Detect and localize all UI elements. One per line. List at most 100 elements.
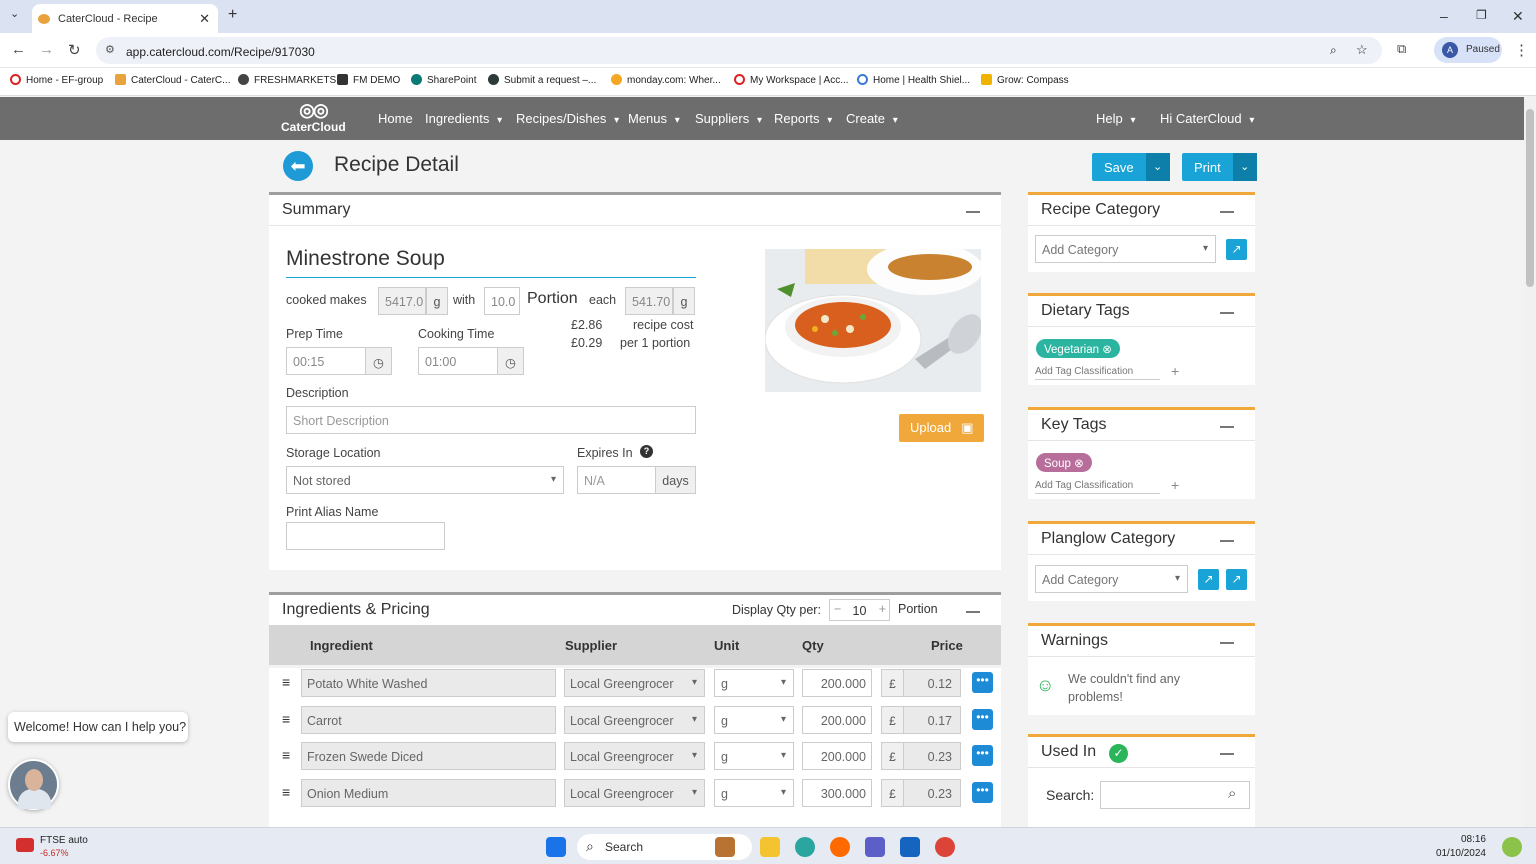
bookmark-catercloud[interactable]: CaterCloud - CaterC...	[115, 74, 230, 86]
add-tag-input[interactable]: Add Tag Classification	[1035, 366, 1160, 380]
collapse-used-in-icon[interactable]	[1220, 753, 1234, 755]
minimize-icon[interactable]: –	[1440, 8, 1448, 24]
nav-suppliers[interactable]: Suppliers	[695, 111, 762, 126]
soup-tag[interactable]: Soup ⊗	[1036, 453, 1092, 472]
site-info-icon[interactable]: ⚙	[105, 43, 115, 56]
row-options-icon[interactable]: •••	[972, 782, 993, 803]
edge-icon[interactable]	[795, 837, 815, 857]
file-explorer-icon[interactable]	[760, 837, 780, 857]
cooking-time-input[interactable]: 01:00	[418, 347, 498, 375]
bookmark-grow-compass[interactable]: Grow: Compass	[981, 74, 1069, 86]
bookmark-submit-request[interactable]: Submit a request –...	[488, 74, 596, 86]
nav-create[interactable]: Create	[846, 111, 898, 126]
cooked-makes-input[interactable]: 5417.0	[378, 287, 426, 315]
help-icon[interactable]: ?	[640, 445, 653, 458]
close-window-icon[interactable]: ✕	[1512, 8, 1524, 25]
portions-input[interactable]: 10.0	[484, 287, 520, 315]
recipe-category-select[interactable]: Add Category	[1035, 235, 1216, 263]
widgets-icon[interactable]	[715, 837, 735, 857]
collapse-key-tags-icon[interactable]	[1220, 426, 1234, 428]
increment-icon[interactable]: +	[879, 602, 886, 616]
qty-input[interactable]: 200.000	[802, 706, 872, 734]
row-options-icon[interactable]: •••	[972, 745, 993, 766]
row-options-icon[interactable]: •••	[972, 709, 993, 730]
print-button[interactable]: Print	[1182, 160, 1233, 175]
extensions-icon[interactable]: ⧉	[1397, 41, 1406, 57]
save-button[interactable]: Save	[1092, 160, 1146, 175]
display-qty-stepper[interactable]: − 10 +	[829, 599, 890, 621]
storage-location-select[interactable]: Not stored	[286, 466, 564, 494]
decrement-icon[interactable]: −	[834, 602, 841, 616]
catercloud-logo[interactable]: ◎◎ CaterCloud	[281, 100, 346, 134]
collapse-recipe-category-icon[interactable]	[1220, 211, 1234, 213]
page-scrollbar[interactable]	[1524, 97, 1536, 827]
supplier-select[interactable]: Local Greengrocer	[564, 779, 705, 807]
expires-in-input[interactable]: N/A	[577, 466, 656, 494]
remove-tag-icon[interactable]: ⊗	[1102, 344, 1112, 356]
teams-icon[interactable]	[865, 837, 885, 857]
unit-select[interactable]: g	[714, 706, 794, 734]
supplier-select[interactable]: Local Greengrocer	[564, 742, 705, 770]
qty-input[interactable]: 200.000	[802, 669, 872, 697]
add-tag-plus-icon[interactable]: +	[1171, 363, 1179, 379]
bookmark-fm-demo[interactable]: FM DEMO	[337, 74, 400, 86]
ingredient-name[interactable]: Onion Medium	[301, 779, 556, 807]
ingredient-name[interactable]: Frozen Swede Diced	[301, 742, 556, 770]
forward-icon[interactable]: →	[39, 41, 54, 58]
bookmark-health-shield[interactable]: Home | Health Shiel...	[857, 74, 970, 86]
nav-reports[interactable]: Reports	[774, 111, 832, 126]
qty-input[interactable]: 300.000	[802, 779, 872, 807]
print-alias-input[interactable]	[286, 522, 445, 550]
add-tag-plus-icon[interactable]: +	[1171, 477, 1179, 493]
qty-input[interactable]: 200.000	[802, 742, 872, 770]
drag-handle-icon[interactable]: ≡	[282, 785, 293, 799]
collapse-dietary-tags-icon[interactable]	[1220, 312, 1234, 314]
drag-handle-icon[interactable]: ≡	[282, 675, 293, 689]
back-icon[interactable]: ←	[11, 41, 26, 58]
each-weight-input[interactable]: 541.70	[625, 287, 673, 315]
external-link-icon[interactable]: ↗	[1226, 239, 1247, 260]
print-dropdown-chevron-icon[interactable]: ⌄	[1232, 153, 1257, 181]
vegetarian-tag[interactable]: Vegetarian ⊗	[1036, 339, 1120, 358]
chrome-icon[interactable]	[935, 837, 955, 857]
bookmark-star-icon[interactable]: ☆	[1356, 42, 1368, 58]
nav-home[interactable]: Home	[378, 111, 413, 126]
recipe-name-input[interactable]: Minestrone Soup	[286, 247, 696, 278]
nav-help[interactable]: Help	[1096, 111, 1136, 126]
prep-time-input[interactable]: 00:15	[286, 347, 366, 375]
new-tab-icon[interactable]: +	[228, 6, 237, 24]
zoom-icon[interactable]: ⌕	[1330, 43, 1337, 58]
outlook-icon[interactable]	[900, 837, 920, 857]
app-icon[interactable]	[830, 837, 850, 857]
prep-clock-icon[interactable]: ◷	[365, 347, 392, 375]
tab-list-icon[interactable]: ⌄	[10, 7, 19, 20]
scrollbar-thumb[interactable]	[1526, 109, 1534, 287]
bookmark-freshmarkets[interactable]: FRESHMARKETS	[238, 74, 336, 86]
bookmark-monday[interactable]: monday.com: Wher...	[611, 74, 721, 86]
description-input[interactable]: Short Description	[286, 406, 696, 434]
save-dropdown-chevron-icon[interactable]: ⌄	[1145, 153, 1170, 181]
remove-tag-icon[interactable]: ⊗	[1074, 458, 1084, 470]
unit-select[interactable]: g	[714, 669, 794, 697]
copilot-icon[interactable]	[1502, 837, 1522, 857]
unit-select[interactable]: g	[714, 742, 794, 770]
collapse-planglow-icon[interactable]	[1220, 540, 1234, 542]
drag-handle-icon[interactable]: ≡	[282, 748, 293, 762]
supplier-select[interactable]: Local Greengrocer	[564, 706, 705, 734]
chat-agent-avatar[interactable]	[8, 759, 59, 810]
bookmark-my-workspace[interactable]: My Workspace | Acc...	[734, 74, 849, 86]
upload-button[interactable]: Upload ▣	[899, 414, 984, 442]
ingredient-name[interactable]: Carrot	[301, 706, 556, 734]
collapse-summary-icon[interactable]	[966, 211, 980, 213]
external-link-icon[interactable]: ↗	[1198, 569, 1219, 590]
bookmark-sharepoint[interactable]: SharePoint	[411, 74, 476, 86]
nav-user-menu[interactable]: Hi CaterCloud	[1160, 111, 1254, 126]
close-tab-icon[interactable]: ✕	[199, 11, 210, 27]
collapse-warnings-icon[interactable]	[1220, 642, 1234, 644]
ingredient-name[interactable]: Potato White Washed	[301, 669, 556, 697]
chat-welcome-bubble[interactable]: Welcome! How can I help you?	[8, 712, 188, 742]
row-options-icon[interactable]: •••	[972, 672, 993, 693]
browser-menu-icon[interactable]: ⋮	[1514, 41, 1529, 59]
windows-start-icon[interactable]	[546, 837, 566, 857]
reload-icon[interactable]: ↻	[68, 41, 81, 59]
